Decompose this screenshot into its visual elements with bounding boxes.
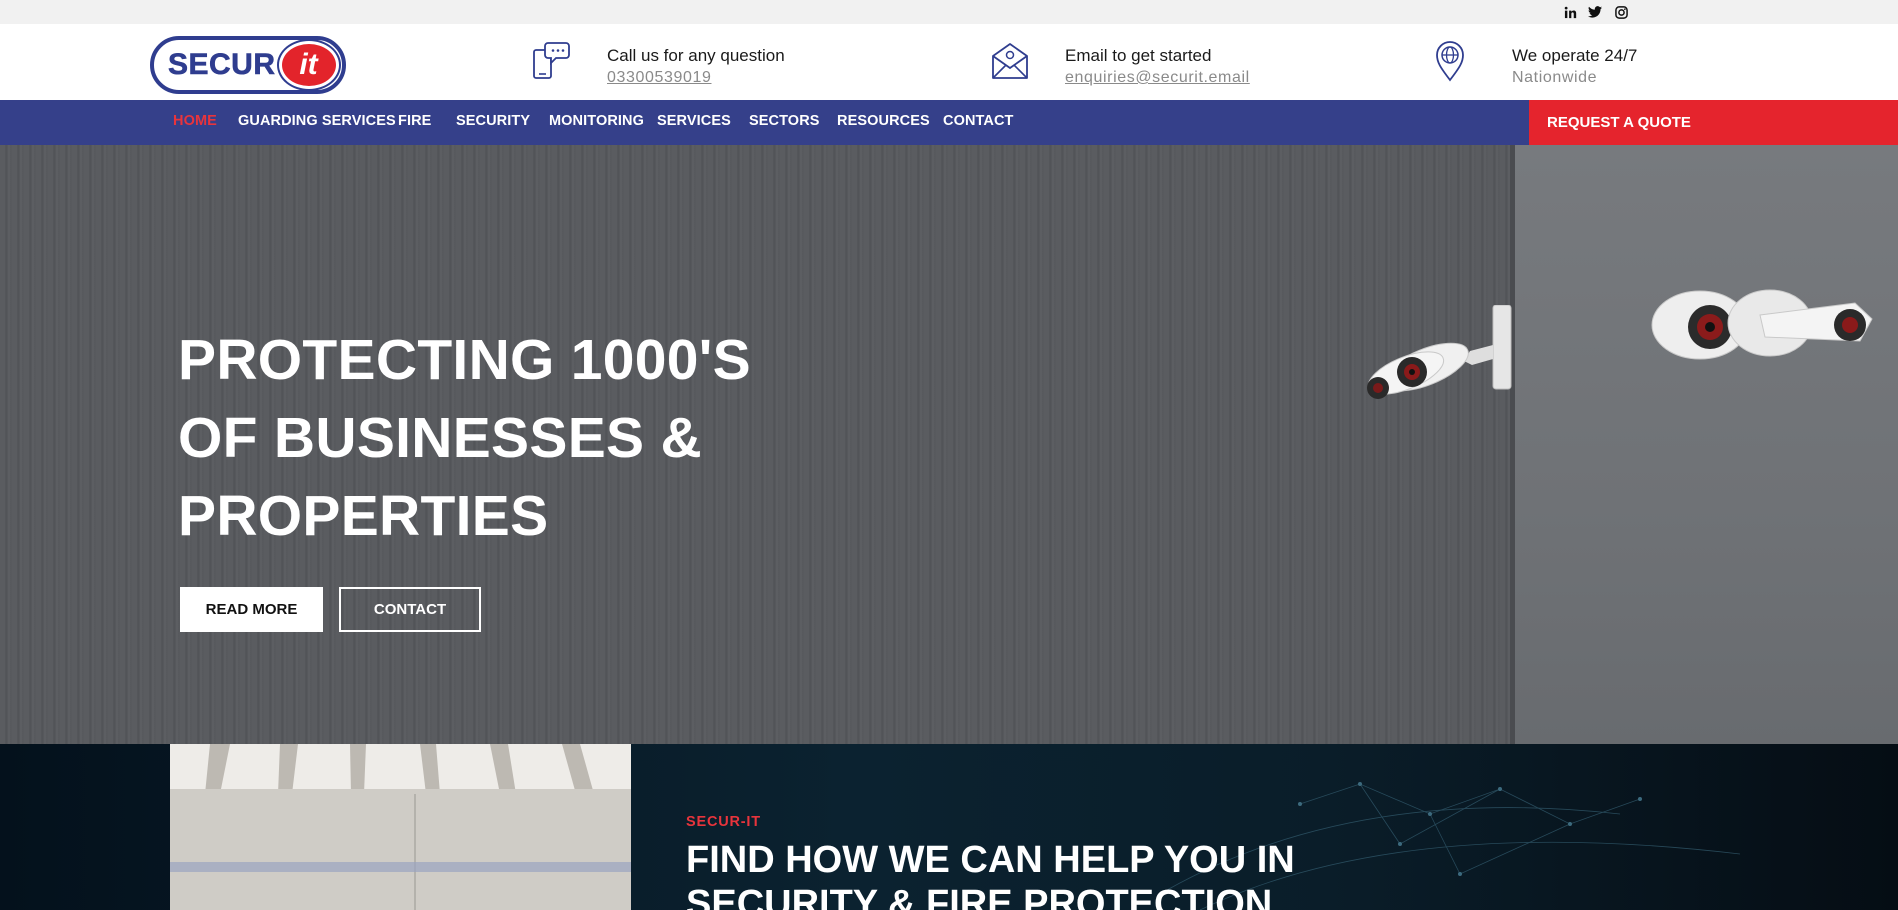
hero-title: PROTECTING 1000'S OF BUSINESSES & PROPER… xyxy=(178,321,751,555)
envelope-icon xyxy=(992,43,1028,79)
phone-label: Call us for any question xyxy=(607,46,785,65)
nav-security[interactable]: SECURITY xyxy=(456,113,530,129)
nav-services[interactable]: SERVICES xyxy=(657,113,731,129)
nav-contact[interactable]: CONTACT xyxy=(943,113,1014,129)
hero-title-line: OF BUSINESSES & xyxy=(178,406,702,470)
location-value: Nationwide xyxy=(1512,69,1598,86)
dome-cameras-icon xyxy=(1651,289,1873,360)
globe-pin-icon xyxy=(1436,41,1464,82)
hero-banner: PROTECTING 1000'S OF BUSINESSES & PROPER… xyxy=(0,145,1898,744)
hero-title-line: PROTECTING 1000'S xyxy=(178,328,751,392)
help-section: SECUR-IT FIND HOW WE CAN HELP YOU IN SEC… xyxy=(0,744,1898,910)
nav-home[interactable]: HOME xyxy=(173,113,217,129)
linkedin-icon[interactable] xyxy=(1561,3,1579,21)
ceiling-image xyxy=(170,744,631,910)
nav-sectors[interactable]: SECTORS xyxy=(749,113,820,129)
top-social-strip xyxy=(0,0,1898,24)
request-quote-button[interactable]: REQUEST A QUOTE xyxy=(1529,100,1898,145)
nav-resources[interactable]: RESOURCES xyxy=(837,113,930,129)
read-more-button[interactable]: READ MORE xyxy=(180,587,323,632)
phone-number-link[interactable]: 03300539019 xyxy=(607,69,711,87)
section-kicker: SECUR-IT xyxy=(686,814,761,830)
nav-guarding-services[interactable]: GUARDING SERVICES xyxy=(238,113,396,129)
logo-text-secur: SECUR xyxy=(168,48,276,82)
nav-fire[interactable]: FIRE xyxy=(398,113,431,129)
section-title: FIND HOW WE CAN HELP YOU IN SECURITY & F… xyxy=(686,838,1295,910)
logo-text-it: it xyxy=(278,41,339,89)
site-logo[interactable]: SECUR it xyxy=(150,36,346,94)
email-address-link[interactable]: enquiries@securit.email xyxy=(1065,69,1250,87)
location-label: We operate 24/7 xyxy=(1512,46,1638,65)
nav-monitoring[interactable]: MONITORING xyxy=(549,113,644,129)
hero-wall xyxy=(1515,145,1898,744)
main-nav: HOME GUARDING SERVICES FIRE SECURITY MON… xyxy=(0,100,1898,145)
hero-contact-button[interactable]: CONTACT xyxy=(339,587,481,632)
phone-chat-icon xyxy=(533,42,570,79)
header-bar: SECUR it Call us for any question 033005… xyxy=(0,24,1898,100)
instagram-icon[interactable] xyxy=(1612,3,1630,21)
section-title-line: SECURITY & FIRE PROTECTION xyxy=(686,883,1273,910)
twitter-icon[interactable] xyxy=(1586,3,1604,21)
section-title-line: FIND HOW WE CAN HELP YOU IN xyxy=(686,839,1295,881)
email-label: Email to get started xyxy=(1065,46,1212,65)
hero-title-line: PROPERTIES xyxy=(178,484,549,548)
security-camera-icon xyxy=(1367,305,1512,399)
